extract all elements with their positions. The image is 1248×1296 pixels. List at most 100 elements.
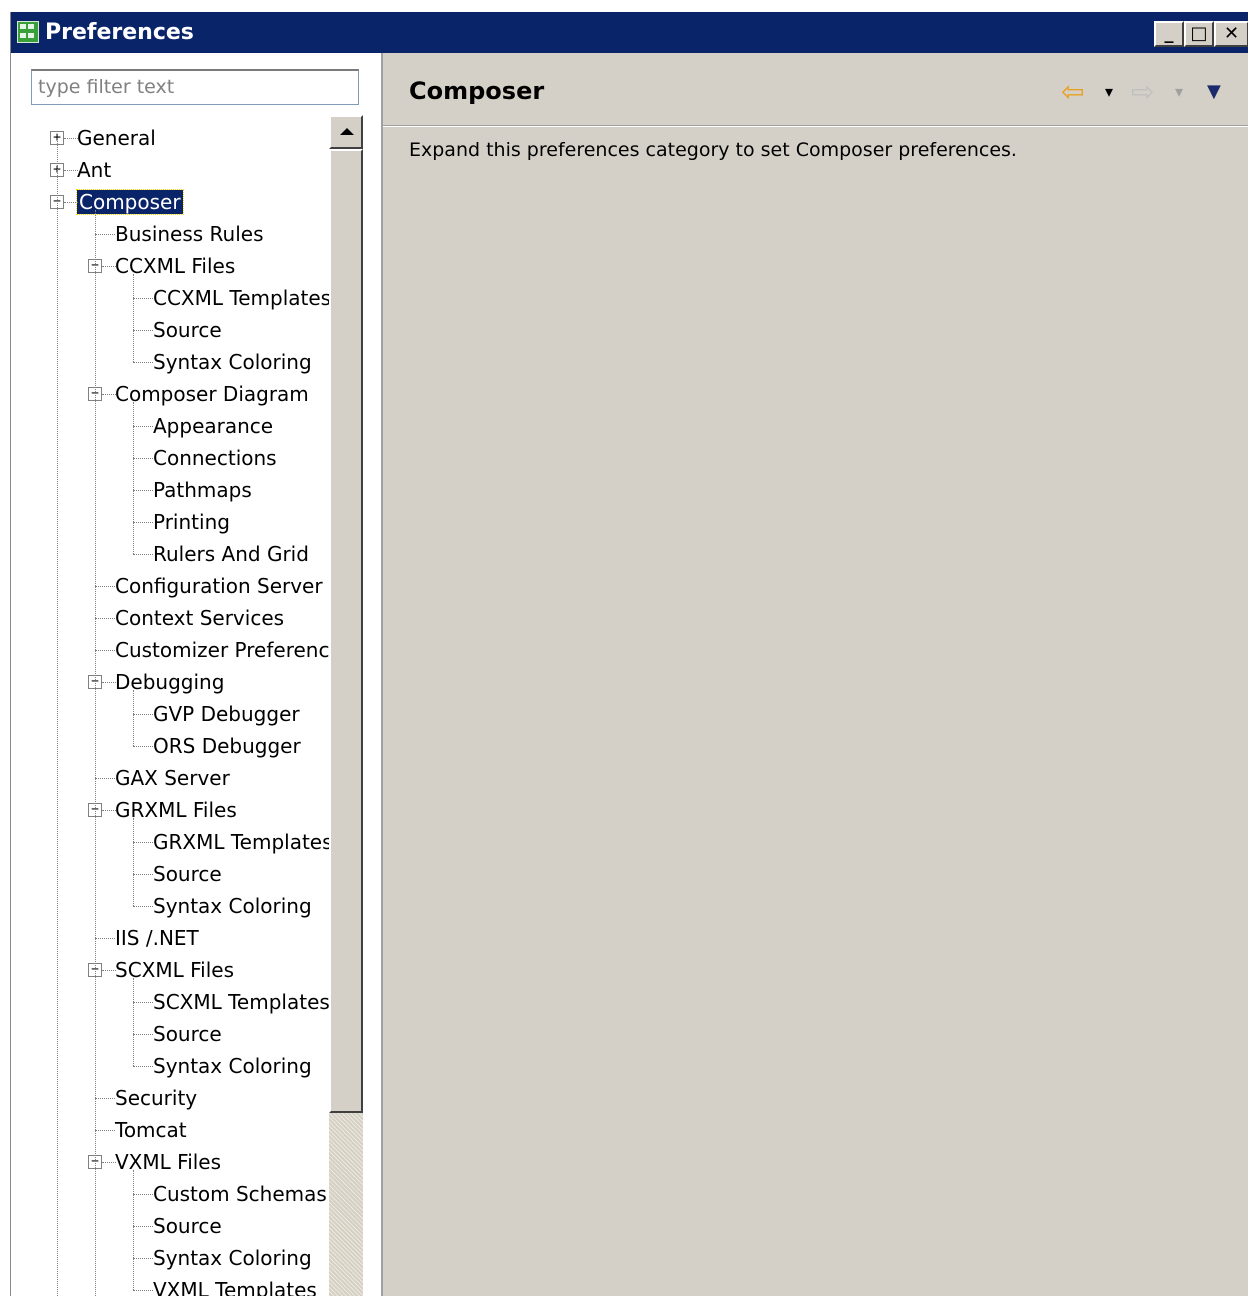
scroll-thumb[interactable]: [329, 149, 363, 1113]
tree-item-gvp-debugger[interactable]: GVP Debugger: [153, 699, 300, 729]
tree-item-general[interactable]: General: [77, 123, 156, 153]
tree-item-vxml-templates[interactable]: VXML Templates: [153, 1275, 317, 1296]
tree-connector: [95, 586, 115, 587]
tree-connector: [133, 426, 153, 427]
preference-page: Composer ⇦ ▾ ⇨ ▾ ▼ Expand this preferenc…: [383, 53, 1248, 1296]
scroll-up-arrow-icon[interactable]: [329, 115, 363, 149]
tree-connector: [133, 1034, 153, 1035]
tree-item-label: Custom Schemas C: [153, 1182, 329, 1206]
tree-item-label: Source: [153, 318, 222, 342]
tree-connector: [57, 138, 58, 1296]
tree-connector: [102, 682, 116, 683]
tree-item-configuration-server[interactable]: Configuration Server: [115, 571, 323, 601]
tree-item-label: Rulers And Grid: [153, 542, 309, 566]
page-title: Composer: [409, 77, 545, 105]
tree-item-label: Source: [153, 1214, 222, 1238]
tree-connector: [133, 490, 153, 491]
tree-item-label: Composer Diagram: [115, 382, 309, 406]
tree-item-context-services[interactable]: Context Services: [115, 603, 284, 633]
tree-item-syntax-coloring[interactable]: Syntax Coloring: [153, 1051, 312, 1081]
tree-item-ccxml-templates[interactable]: CCXML Templates: [153, 283, 329, 313]
tree-connector: [133, 906, 153, 907]
tree-connector: [133, 1194, 153, 1195]
tree-item-label: Syntax Coloring: [153, 894, 312, 918]
tree-item-security[interactable]: Security: [115, 1083, 197, 1113]
tree-item-ant[interactable]: Ant: [77, 155, 111, 185]
tree-item-debugging[interactable]: Debugging: [115, 667, 224, 697]
tree-connector: [133, 978, 134, 1066]
tree-connector: [95, 650, 115, 651]
view-menu-icon[interactable]: ▼: [1207, 77, 1221, 107]
tree-connector: [133, 1066, 153, 1067]
tree-connector: [95, 618, 115, 619]
tree-item-syntax-coloring[interactable]: Syntax Coloring: [153, 1243, 312, 1273]
tree-connector: [95, 1098, 115, 1099]
tree-connector: [95, 778, 115, 779]
tree-item-pathmaps[interactable]: Pathmaps: [153, 475, 252, 505]
preferences-window: Preferences _ □ ✕ type filter text Gener…: [10, 12, 1248, 1296]
tree-item-label: Printing: [153, 510, 230, 534]
tree-connector: [133, 274, 134, 362]
forward-arrow-icon[interactable]: ⇨: [1131, 77, 1154, 107]
tree-item-grxml-templates[interactable]: GRXML Templates: [153, 827, 329, 857]
tree-connector: [133, 818, 134, 906]
header-separator: [383, 125, 1248, 127]
tree-item-label: VXML Templates: [153, 1278, 317, 1296]
tree-item-iis-net[interactable]: IIS /.NET: [115, 923, 199, 953]
tree-item-vxml-files[interactable]: VXML Files: [115, 1147, 221, 1177]
minimize-button[interactable]: _: [1154, 21, 1184, 47]
tree-item-label: Configuration Server: [115, 574, 323, 598]
tree-item-custom-schemas-c[interactable]: Custom Schemas C: [153, 1179, 329, 1209]
back-arrow-icon[interactable]: ⇦: [1061, 77, 1084, 107]
tree-vertical-scrollbar[interactable]: [329, 115, 363, 1296]
tree-item-label: Appearance: [153, 414, 274, 438]
tree-item-label: Composer: [76, 189, 184, 215]
tree-connector: [102, 1162, 116, 1163]
tree-connector: [133, 1258, 153, 1259]
title-bar[interactable]: Preferences _ □ ✕: [11, 12, 1248, 53]
back-dropdown-icon[interactable]: ▾: [1105, 77, 1113, 107]
tree-item-business-rules[interactable]: Business Rules: [115, 219, 264, 249]
filter-text-input[interactable]: type filter text: [31, 69, 359, 105]
tree-item-label: Source: [153, 1022, 222, 1046]
tree-item-source[interactable]: Source: [153, 315, 222, 345]
tree-item-label: Customizer Preference: [115, 638, 329, 662]
tree-item-syntax-coloring[interactable]: Syntax Coloring: [153, 891, 312, 921]
tree-item-label: GAX Server: [115, 766, 230, 790]
tree-item-syntax-coloring[interactable]: Syntax Coloring: [153, 347, 312, 377]
tree-connector: [133, 1170, 134, 1290]
tree-item-printing[interactable]: Printing: [153, 507, 230, 537]
tree-item-source[interactable]: Source: [153, 1211, 222, 1241]
preferences-tree-pane: type filter text General + Ant + Composer − Bu…: [11, 53, 383, 1296]
tree-item-customizer-preference[interactable]: Customizer Preference: [115, 635, 329, 665]
tree-item-label: Connections: [153, 446, 277, 470]
tree-item-composer-diagram[interactable]: Composer Diagram: [115, 379, 309, 409]
tree-item-label: ORS Debugger: [153, 734, 301, 758]
tree-item-rulers-and-grid[interactable]: Rulers And Grid: [153, 539, 309, 569]
tree-item-source[interactable]: Source: [153, 1019, 222, 1049]
tree-item-ors-debugger[interactable]: ORS Debugger: [153, 731, 301, 761]
tree-connector: [95, 1130, 115, 1131]
tree-item-tomcat[interactable]: Tomcat: [115, 1115, 187, 1145]
tree-item-connections[interactable]: Connections: [153, 443, 277, 473]
tree-item-label: Ant: [77, 158, 112, 182]
maximize-button[interactable]: □: [1184, 21, 1214, 47]
scroll-track[interactable]: [329, 1113, 363, 1296]
tree-item-label: IIS /.NET: [115, 926, 199, 950]
tree-connector: [133, 522, 153, 523]
tree-connector: [64, 138, 78, 139]
tree-item-source[interactable]: Source: [153, 859, 222, 889]
tree-connector: [95, 938, 115, 939]
tree-connector: [133, 690, 134, 746]
tree-item-appearance[interactable]: Appearance: [153, 411, 273, 441]
tree-item-gax-server[interactable]: GAX Server: [115, 763, 230, 793]
tree-item-composer[interactable]: Composer: [76, 187, 184, 217]
tree-item-label: Debugging: [115, 670, 225, 694]
tree-connector: [102, 970, 116, 971]
close-button[interactable]: ✕: [1214, 21, 1248, 47]
forward-dropdown-icon[interactable]: ▾: [1175, 77, 1183, 107]
tree-item-label: Context Services: [115, 606, 285, 630]
tree-item-scxml-templates[interactable]: SCXML Templates: [153, 987, 329, 1017]
tree-connector: [133, 842, 153, 843]
tree-connector: [102, 810, 116, 811]
